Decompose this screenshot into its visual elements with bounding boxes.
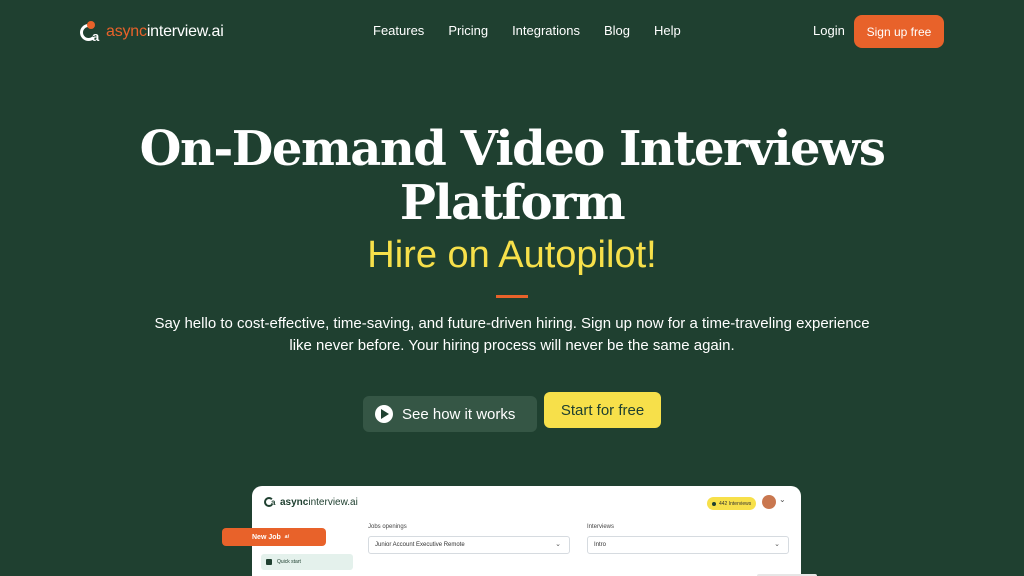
- accent-divider: [496, 295, 528, 298]
- hero-description: Say hello to cost-effective, time-saving…: [154, 315, 870, 354]
- hero-subtitle: Hire on Autopilot!: [367, 234, 657, 276]
- see-how-it-works-button[interactable]: See how it works: [363, 396, 537, 432]
- preview-logo-mark-icon: a: [264, 496, 278, 508]
- hero-title-line2: Platform: [399, 175, 626, 231]
- logo-text: asyncinterview.ai: [106, 23, 224, 40]
- nav-link-pricing[interactable]: Pricing: [448, 23, 488, 38]
- interviews-label: Interviews: [587, 524, 615, 530]
- see-how-it-works-label: See how it works: [402, 405, 516, 423]
- nav-link-integrations[interactable]: Integrations: [512, 23, 580, 38]
- top-navigation: a asyncinterview.ai Features Pricing Int…: [0, 0, 1024, 64]
- hero-title-line1: On-Demand Video Interviews: [139, 121, 886, 177]
- chevron-down-icon: ⌄: [555, 541, 561, 548]
- avatar[interactable]: [762, 495, 776, 509]
- play-icon: [375, 405, 393, 423]
- preview-logo-text: asyncinterview.ai: [280, 496, 358, 508]
- nav-links: Features Pricing Integrations Blog Help: [373, 23, 705, 38]
- logo-mark-icon: a: [80, 21, 104, 44]
- preview-logo: a asyncinterview.ai: [264, 496, 358, 508]
- interviews-count-badge: 442 Interviews: [707, 497, 757, 510]
- quick-start-icon: [266, 559, 272, 565]
- jobs-openings-label: Jobs openings: [368, 524, 407, 530]
- interviews-select[interactable]: Intro ⌄: [587, 536, 789, 554]
- nav-link-blog[interactable]: Blog: [604, 23, 630, 38]
- nav-link-help[interactable]: Help: [654, 23, 681, 38]
- badge-dot-icon: [712, 501, 716, 506]
- jobs-openings-select[interactable]: Junior Account Executive Remote ⌄: [368, 536, 570, 554]
- sidebar-item-quick-start[interactable]: Quick start: [261, 554, 353, 570]
- app-preview: a asyncinterview.ai 442 Interviews ⌄ Job…: [252, 486, 817, 576]
- chevron-down-icon[interactable]: ⌄: [779, 495, 786, 504]
- start-for-free-button[interactable]: Start for free: [544, 392, 661, 428]
- signup-button[interactable]: Sign up free: [854, 15, 944, 48]
- logo[interactable]: a asyncinterview.ai: [80, 20, 224, 44]
- new-job-button[interactable]: New Job ai: [222, 528, 326, 546]
- nav-link-features[interactable]: Features: [373, 23, 424, 38]
- login-link[interactable]: Login: [813, 23, 845, 38]
- chevron-down-icon: ⌄: [774, 541, 780, 548]
- hero-title: On-Demand Video Interviews Platform: [112, 122, 912, 230]
